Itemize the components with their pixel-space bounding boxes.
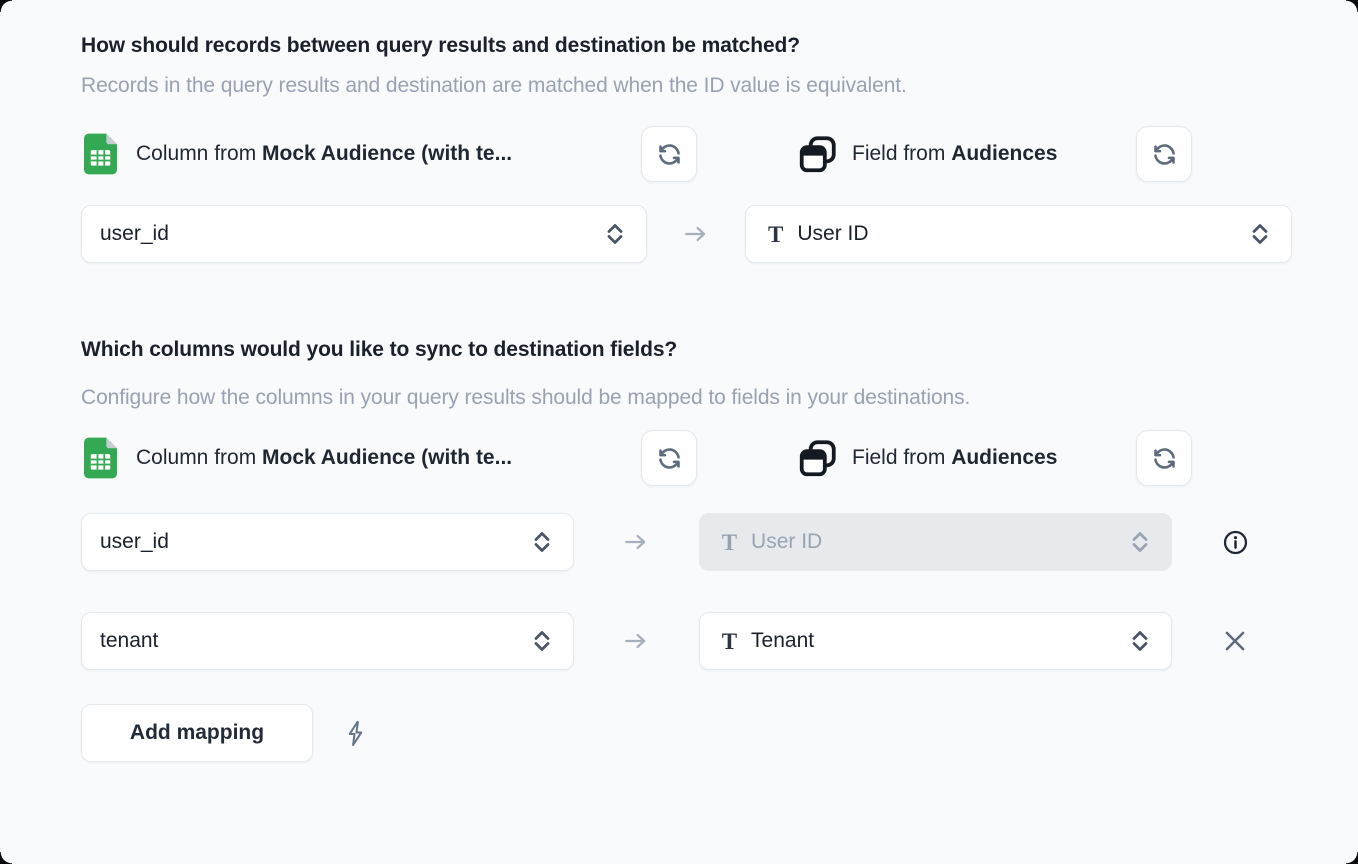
section-subtitle: Configure how the columns in your query … — [81, 378, 1001, 418]
remove-mapping-button[interactable] — [1220, 626, 1250, 656]
select-value: user_id — [100, 222, 169, 246]
destination-field-header: Field from Audiences — [797, 133, 1057, 175]
arrow-right-icon — [574, 628, 699, 654]
header-label-name: Audiences — [951, 446, 1057, 469]
refresh-destination-fields-button[interactable] — [1136, 126, 1192, 182]
lightning-bolt-icon — [344, 719, 367, 748]
select-value: user_id — [100, 530, 169, 554]
sync-mapping-row: user_id T User ID — [81, 513, 1298, 571]
chevron-up-down-icon — [531, 629, 553, 653]
destination-field-select-disabled: T User ID — [699, 513, 1173, 571]
source-column-select[interactable]: user_id — [81, 513, 574, 571]
window-corner — [1346, 852, 1358, 864]
add-mapping-button[interactable]: Add mapping — [81, 704, 313, 762]
sync-arrows-icon — [656, 445, 683, 472]
x-icon — [1220, 626, 1250, 656]
audiences-icon — [797, 437, 839, 479]
google-sheets-icon — [84, 437, 117, 479]
refresh-destination-fields-button[interactable] — [1136, 430, 1192, 486]
window-corner — [0, 852, 12, 864]
section-title: Which columns would you like to sync to … — [81, 338, 1298, 362]
google-sheets-icon — [84, 133, 117, 175]
header-label-prefix: Field from — [852, 142, 951, 165]
mapping-header-row: Column from Mock Audience (with te... Fi… — [81, 430, 1298, 486]
sync-mapping-row: tenant T Tenant — [81, 612, 1298, 670]
chevron-up-down-icon — [1249, 222, 1271, 246]
select-value: Tenant — [751, 629, 814, 653]
mapping-header-row: Column from Mock Audience (with te... Fi… — [81, 126, 1298, 182]
header-label-name: Mock Audience (with te... — [262, 142, 512, 165]
chevron-up-down-icon — [1129, 629, 1151, 653]
add-mapping-row: Add mapping — [81, 704, 1298, 762]
string-type-icon: T — [722, 531, 737, 554]
info-circle-icon — [1222, 529, 1249, 556]
match-mapping-row: user_id T User ID — [81, 205, 1298, 263]
destination-header-label: Field from Audiences — [852, 446, 1057, 470]
chevron-up-down-icon — [1129, 530, 1151, 554]
source-column-select[interactable]: user_id — [81, 205, 647, 263]
destination-field-select[interactable]: T User ID — [745, 205, 1292, 263]
suggest-mappings-button[interactable] — [344, 719, 367, 748]
header-label-prefix: Column from — [136, 446, 262, 469]
arrow-right-icon — [574, 529, 699, 555]
destination-field-header: Field from Audiences — [797, 437, 1057, 479]
info-button[interactable] — [1222, 529, 1249, 556]
select-value: User ID — [751, 530, 822, 554]
destination-field-select[interactable]: T Tenant — [699, 612, 1173, 670]
source-header-label: Column from Mock Audience (with te... — [136, 446, 512, 470]
sync-arrows-icon — [1151, 445, 1178, 472]
destination-header-label: Field from Audiences — [852, 142, 1057, 166]
header-label-prefix: Field from — [852, 446, 951, 469]
string-type-icon: T — [768, 223, 783, 246]
column-sync-section: Which columns would you like to sync to … — [81, 338, 1298, 762]
record-match-section: How should records between query results… — [81, 34, 1298, 263]
arrow-right-icon — [647, 221, 745, 247]
sync-arrows-icon — [656, 141, 683, 168]
source-column-header: Column from Mock Audience (with te... — [84, 133, 512, 175]
refresh-source-columns-button[interactable] — [641, 126, 697, 182]
audiences-icon — [797, 133, 839, 175]
string-type-icon: T — [722, 630, 737, 653]
source-column-select[interactable]: tenant — [81, 612, 574, 670]
source-header-label: Column from Mock Audience (with te... — [136, 142, 512, 166]
sync-arrows-icon — [1151, 141, 1178, 168]
chevron-up-down-icon — [531, 530, 553, 554]
select-value: tenant — [100, 629, 158, 653]
header-label-prefix: Column from — [136, 142, 262, 165]
source-column-header: Column from Mock Audience (with te... — [84, 437, 512, 479]
chevron-up-down-icon — [604, 222, 626, 246]
refresh-source-columns-button[interactable] — [641, 430, 697, 486]
section-title: How should records between query results… — [81, 34, 1298, 58]
sync-mapping-config-page: How should records between query results… — [0, 0, 1358, 762]
header-label-name: Mock Audience (with te... — [262, 446, 512, 469]
header-label-name: Audiences — [951, 142, 1057, 165]
select-value: User ID — [797, 222, 868, 246]
section-subtitle: Records in the query results and destina… — [81, 74, 1298, 98]
